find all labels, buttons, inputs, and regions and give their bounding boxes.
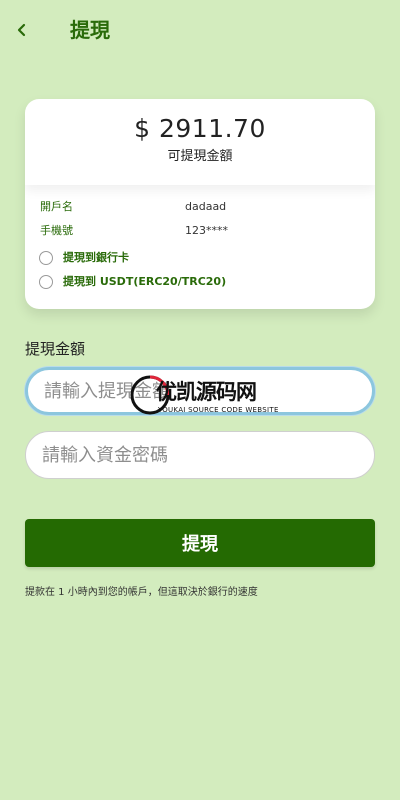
radio-button[interactable] <box>39 251 53 265</box>
balance-label: 可提現金額 <box>167 149 233 164</box>
radio-button[interactable] <box>39 275 53 289</box>
phone-label: 手機號 <box>40 224 73 237</box>
balance-value: 2911.70 <box>158 114 266 143</box>
method-bank-card[interactable]: 提現到銀行卡 <box>39 249 129 267</box>
header: 提現 <box>0 0 400 60</box>
balance-summary: $ 2911.70 可提現金額 <box>25 99 375 185</box>
page-title: 提現 <box>70 18 110 42</box>
balance-amount: $ 2911.70 <box>25 113 375 145</box>
balance-card: $ 2911.70 可提現金額 開戶名 dadaad 手機號 123**** 提… <box>25 99 375 309</box>
method-label: 提現到 USDT(ERC20/TRC20) <box>63 275 227 288</box>
fund-password-input[interactable] <box>25 431 375 479</box>
back-button[interactable] <box>10 18 34 42</box>
account-name-value: dadaad <box>185 200 227 213</box>
method-usdt[interactable]: 提現到 USDT(ERC20/TRC20) <box>39 273 226 291</box>
method-label: 提現到銀行卡 <box>63 251 129 264</box>
amount-input[interactable] <box>25 367 375 415</box>
chevron-left-icon <box>17 23 26 37</box>
withdraw-note: 提款在 1 小時內到您的帳戶，但這取決於銀行的速度 <box>25 587 258 598</box>
withdraw-button[interactable]: 提現 <box>25 519 375 567</box>
currency-symbol: $ <box>134 114 151 143</box>
amount-section-label: 提現金額 <box>25 340 86 358</box>
account-name-label: 開戶名 <box>40 200 73 213</box>
phone-value: 123**** <box>185 224 228 237</box>
